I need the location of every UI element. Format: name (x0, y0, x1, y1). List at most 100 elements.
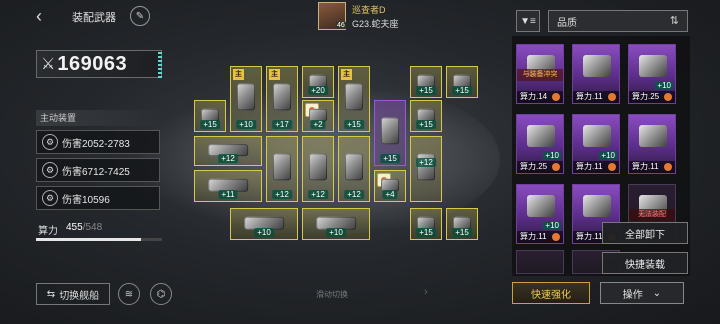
weapon-icon (273, 83, 291, 111)
gear-icon: ⚙ (42, 134, 58, 150)
element-icon (552, 233, 560, 241)
weapon-icon (381, 117, 399, 145)
element-icon (608, 163, 616, 171)
fleet-icon[interactable]: ⌬ (150, 283, 172, 305)
weapon-slot[interactable]: +20 (302, 66, 334, 98)
active-equipment-text: 伤害10596 (62, 194, 110, 206)
active-equipment-item[interactable]: ⚙ 伤害2052-2783 (36, 130, 160, 154)
weapon-slot-wide[interactable]: +10 (230, 208, 298, 240)
weapon-slot-purple[interactable]: +15 (374, 100, 406, 166)
weapon-slot[interactable]: +15 (410, 208, 442, 240)
switch-ship-label: 切换舰船 (59, 290, 100, 302)
crossed-swords-icon: ⚔ (41, 56, 56, 73)
weapon-icon (345, 153, 363, 181)
weapon-slot-main[interactable]: 主 +17 (266, 66, 298, 132)
card-level: +10 (599, 151, 617, 160)
capacity-bar-fill (36, 238, 141, 241)
slot-level: +15 (452, 86, 472, 95)
capacity-max: /548 (82, 222, 103, 233)
weapon-slot-wide[interactable]: +12 (194, 136, 262, 166)
gear-icon: ⚙ (42, 190, 58, 206)
inventory-card[interactable]: 算力.11 (572, 44, 620, 104)
operate-label: 操作 (622, 289, 643, 301)
back-arrow-icon[interactable]: ‹ (36, 7, 54, 25)
weapon-slot-wide[interactable]: +10 (302, 208, 370, 240)
operate-button[interactable]: 操作 ⌄ (600, 282, 684, 304)
slot-level: +15 (344, 120, 364, 129)
slot-level: +15 (200, 120, 220, 129)
main-weapon-badge: 主 (341, 69, 352, 80)
swipe-hint: 滑动切换 (316, 290, 348, 299)
slot-level: +11 (218, 190, 238, 199)
weapon-slot[interactable]: +4 (374, 170, 406, 202)
weapon-icon (527, 125, 555, 147)
ship-name: G23.蛇夫座 (352, 19, 399, 29)
slot-level: +12 (344, 190, 364, 199)
power-accent-stripe (158, 50, 162, 78)
weapon-slot[interactable]: +12 (302, 136, 334, 202)
slot-level: +4 (382, 190, 398, 199)
pencil-icon[interactable]: ✎ (130, 6, 150, 26)
main-weapon-badge: 主 (269, 69, 280, 80)
element-icon (552, 93, 560, 101)
active-equipment-item[interactable]: ⚙ 伤害10596 (36, 186, 160, 210)
weapon-slot[interactable]: +12 (266, 136, 298, 202)
slot-level: +15 (380, 154, 400, 163)
weapon-slot[interactable]: +15 (194, 100, 226, 132)
card-level: +10 (543, 221, 561, 230)
page-title: 装配武器 (72, 12, 116, 24)
weapon-slot[interactable]: +15 (446, 208, 478, 240)
weapon-icon (309, 153, 327, 181)
inventory-card[interactable]: 算力.11 (628, 114, 676, 174)
slot-level: +15 (452, 228, 472, 237)
weapon-icon (273, 153, 291, 181)
card-level: +10 (655, 81, 673, 90)
inventory-card[interactable] (516, 250, 564, 274)
formation-icon[interactable]: ≋ (118, 283, 140, 305)
card-level: +10 (543, 151, 561, 160)
weapon-slot[interactable]: +15 (410, 66, 442, 98)
slot-level: +10 (326, 228, 346, 237)
sort-quality-select[interactable]: 品质 ⇅ (548, 10, 688, 32)
weapon-icon (527, 195, 555, 217)
weapon-slot[interactable]: +12 (338, 136, 370, 202)
weapon-slot[interactable]: +15 (410, 100, 442, 132)
capacity-bar (36, 238, 162, 241)
weapon-slot-main[interactable]: 主 +15 (338, 66, 370, 132)
filter-icon[interactable]: ▼≡ (516, 10, 540, 32)
combat-power-value: 169063 (57, 52, 128, 75)
card-warning: 与装备冲突 (517, 69, 563, 81)
active-equipment-item[interactable]: ⚙ 伤害6712-7425 (36, 158, 160, 182)
inventory-card[interactable]: +10 算力.11 (572, 114, 620, 174)
weapon-slot-wide[interactable]: +11 (194, 170, 262, 202)
chevron-right-icon: › (424, 286, 428, 298)
weapon-slot[interactable]: +2 (302, 100, 334, 132)
weapon-icon (583, 195, 611, 217)
pilot-level: 46 (336, 22, 346, 29)
card-warning: 无法装配 (629, 209, 675, 221)
slot-level: +20 (308, 86, 328, 95)
sort-icon[interactable]: ⇅ (670, 14, 679, 27)
quick-enhance-button[interactable]: 快速强化 (512, 282, 590, 304)
weapon-icon (583, 55, 611, 77)
inventory-card[interactable]: +10 算力.25 (516, 114, 564, 174)
unload-all-button[interactable]: 全部卸下 (602, 222, 688, 244)
combat-power-box: ⚔ 169063 (36, 50, 162, 78)
weapon-icon (583, 125, 611, 147)
inventory-card[interactable]: +10 算力.11 (516, 184, 564, 244)
slot-level: +12 (416, 158, 436, 167)
inventory-card[interactable]: 与装备冲突 算力.14 (516, 44, 564, 104)
inventory-card[interactable]: +10 算力.25 (628, 44, 676, 104)
capacity-current: 455 (66, 222, 83, 233)
weapon-slot[interactable]: +12 (410, 136, 442, 202)
slot-level: +2 (310, 120, 326, 129)
weapon-slot[interactable]: +15 (446, 66, 478, 98)
switch-ship-button[interactable]: ⇆ 切换舰船 (36, 283, 110, 305)
slot-level: +15 (416, 86, 436, 95)
slot-level: +10 (236, 120, 256, 129)
quick-equip-button[interactable]: 快捷装载 (602, 252, 688, 274)
weapon-slot-main[interactable]: 主 +10 (230, 66, 262, 132)
main-weapon-badge: 主 (233, 69, 244, 80)
element-icon (664, 163, 672, 171)
slot-level: +17 (272, 120, 292, 129)
